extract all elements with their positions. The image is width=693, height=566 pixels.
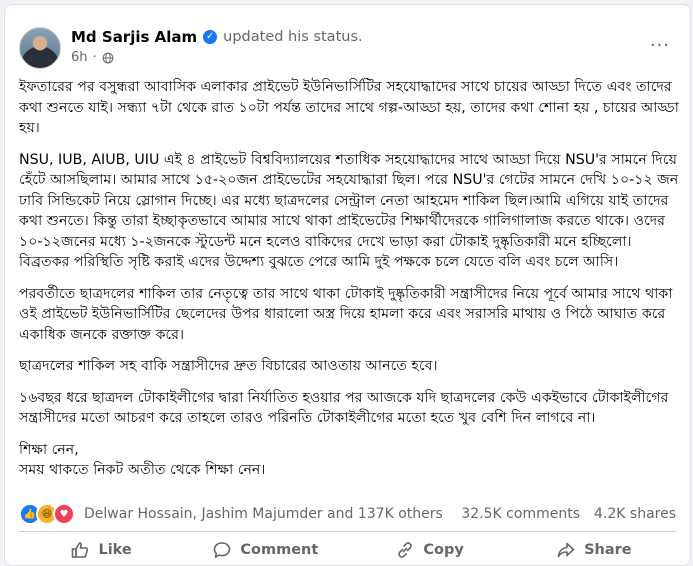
post-paragraph-5: ১৬বছর ধরে ছাত্রদল টোকাইলীগের দ্বারা নির্… — [19, 389, 669, 427]
post-header: Md Sarjis Alam ✓ updated his status. 6h … — [19, 27, 678, 69]
shares-count[interactable]: 4.2K shares — [594, 506, 676, 522]
separator-dot: · — [92, 50, 97, 65]
reaction-names[interactable]: Delwar Hossain, Jashim Majumder and 137K… — [84, 506, 443, 522]
post-card: Md Sarjis Alam ✓ updated his status. 6h … — [4, 4, 691, 566]
divider — [19, 531, 676, 532]
comments-count[interactable]: 32.5K comments — [461, 506, 580, 522]
love-reaction-icon: ♥ — [53, 503, 75, 525]
post-action-text: updated his status. — [223, 29, 363, 45]
reaction-stats-bar: 👍 😆 ♥ Delwar Hossain, Jashim Majumder an… — [19, 502, 676, 526]
avatar[interactable] — [19, 27, 61, 69]
comment-icon — [214, 542, 231, 558]
share-label: Share — [584, 542, 632, 558]
reaction-icons[interactable]: 👍 😆 ♥ — [19, 503, 75, 525]
post-paragraph-2: NSU, IUB, AIUB, UIU এই ৪ প্রাইভেট বিশ্বব… — [19, 151, 679, 271]
globe-icon — [102, 52, 114, 63]
copy-label: Copy — [423, 542, 464, 558]
post-paragraph-4: ছাত্রদলের শাকিল সহ বাকি সন্ত্রাসীদের দ্র… — [19, 358, 438, 374]
copy-link-icon — [398, 542, 413, 558]
post-paragraph-1: ইফতারের পর বসুন্ধরা আবাসিক এলাকার প্রাইভ… — [19, 79, 679, 136]
author-row: Md Sarjis Alam ✓ updated his status. — [71, 27, 363, 47]
comment-label: Comment — [240, 542, 319, 558]
thumbs-up-icon — [72, 542, 89, 558]
more-options-icon[interactable]: ··· — [650, 35, 670, 56]
post-actions: Like Comment Copy Share — [19, 535, 676, 565]
post-body: ইফতারের পর বসুন্ধরা আবাসিক এলাকার প্রাইভ… — [19, 77, 683, 481]
share-button[interactable]: Share — [512, 535, 676, 565]
post-closing: শিক্ষা নেন, সময় থাকতে নিকট অতীত থেকে শি… — [19, 440, 683, 481]
share-arrow-icon — [557, 542, 575, 558]
closing-line-1: শিক্ষা নেন, — [19, 441, 79, 458]
author-name[interactable]: Md Sarjis Alam — [71, 28, 197, 46]
engagement-counts: 32.5K comments 4.2K shares — [461, 506, 676, 522]
verified-badge-icon: ✓ — [203, 30, 218, 44]
copy-button[interactable]: Copy — [348, 535, 512, 565]
post-time[interactable]: 6h — [71, 50, 88, 65]
like-button[interactable]: Like — [19, 535, 183, 565]
comment-button[interactable]: Comment — [183, 535, 347, 565]
like-label: Like — [98, 542, 132, 558]
post-paragraph-3: পরবর্তীতে ছাত্রদলের শাকিল তার নেতৃত্বে ত… — [19, 285, 673, 343]
closing-line-2: সময় থাকতে নিকট অতীত থেকে শিক্ষা নেন। — [19, 462, 266, 478]
post-meta: 6h · — [71, 50, 114, 65]
